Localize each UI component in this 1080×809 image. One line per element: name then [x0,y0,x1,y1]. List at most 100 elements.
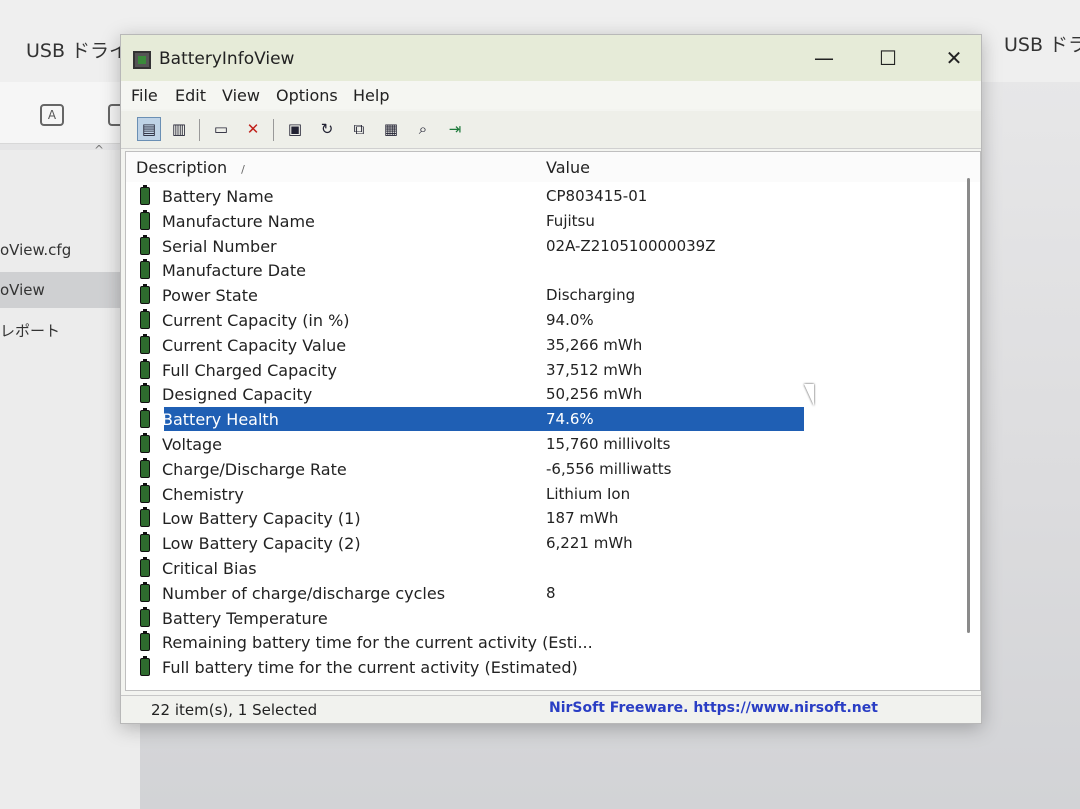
table-row[interactable]: Low Battery Capacity (1) 187 mWh [126,506,946,530]
table-row[interactable]: Number of charge/discharge cycles 8 [126,581,946,605]
menu-view[interactable]: View [222,86,260,105]
row-description: Current Capacity (in %) [162,311,350,330]
battery-icon [140,557,150,577]
battery-icon [140,234,150,255]
battery-icon [140,309,150,329]
toolbar-separator [199,119,200,141]
row-value: 74.6% [546,410,594,429]
row-value: 15,760 millivolts [546,435,671,453]
row-value: 6,221 mWh [546,534,633,553]
file-item-report[interactable]: レポート [0,320,60,341]
row-value: 94.0% [546,311,594,329]
row-description: Serial Number [162,236,277,256]
row-value: CP803415-01 [546,187,648,205]
window-title: BatteryInfoView [159,49,295,69]
row-description: Current Capacity Value [162,335,347,355]
battery-icon [140,185,150,205]
table-row[interactable]: Full Charged Capacity 37,512 mWh [126,358,946,382]
battery-icon [140,457,150,478]
row-description: Designed Capacity [162,385,313,405]
battery-icon [140,433,150,453]
table-row[interactable]: Designed Capacity 50,256 mWh [126,382,946,406]
title-bar[interactable]: BatteryInfoView — ☐ ✕ [121,35,981,81]
nirsoft-credit-link[interactable]: NirSoft Freeware. https://www.nirsoft.ne… [549,700,878,716]
table-row[interactable]: Current Capacity Value 35,266 mWh [126,333,946,357]
find-icon[interactable]: ⌕ [411,117,435,141]
table-row[interactable]: Current Capacity (in %) 94.0% [126,308,946,332]
row-description: Charge/Discharge Rate [162,459,347,479]
row-description: Remaining battery time for the current a… [162,633,593,653]
table-row[interactable]: Remaining battery time for the current a… [126,630,946,654]
row-value: 50,256 mWh [546,385,643,404]
menu-options[interactable]: Options [276,86,338,105]
delete-icon[interactable]: ✕ [241,117,265,141]
status-item-count: 22 item(s), 1 Selected [151,701,318,719]
maximize-button[interactable]: ☐ [865,43,911,73]
table-row[interactable]: Chemistry Lithium Ion [126,482,946,506]
list-header: Description / Value [126,152,980,182]
view-icon[interactable]: ▤ [137,117,161,141]
toolbar: ▤ ▥ ▭ ✕ ▣ ↻ ⧉ ▦ ⌕ ⇥ [121,111,981,149]
file-item-exe[interactable]: oView [0,272,138,308]
exit-icon[interactable]: ⇥ [443,117,467,141]
table-row[interactable]: Full battery time for the current activi… [126,655,946,679]
file-item-cfg[interactable]: oView.cfg [0,241,71,259]
row-value: Discharging [546,286,636,305]
table-row[interactable]: Low Battery Capacity (2) 6,221 mWh [126,531,946,555]
batteryinfoview-window: BatteryInfoView — ☐ ✕ File Edit View Opt… [120,34,982,724]
battery-info-list[interactable]: Description / Value Battery Name CP803415-… [125,151,981,691]
battery-icon [140,284,150,305]
row-description: Full battery time for the current activi… [162,658,578,678]
table-row[interactable]: Battery Health 74.6% [126,407,946,432]
menu-file[interactable]: File [131,86,158,105]
sort-arrow-icon: / [241,163,245,176]
close-button[interactable]: ✕ [931,43,977,73]
row-value: 187 mWh [546,509,619,528]
table-row[interactable]: Serial Number 02A-Z210510000039Z [126,234,946,258]
battery-icon [140,408,150,429]
row-description: Manufacture Date [162,261,306,281]
translate-icon[interactable]: A [40,104,64,126]
table-row[interactable]: Critical Bias [126,556,946,580]
table-row[interactable]: Manufacture Name Fujitsu [126,209,946,233]
row-description: Battery Temperature [162,608,328,628]
minimize-button[interactable]: — [801,43,847,73]
row-description: Manufacture Name [162,211,315,231]
column-header-description[interactable]: Description / [136,158,245,177]
status-bar: 22 item(s), 1 Selected NirSoft Freeware.… [121,695,981,723]
refresh-icon[interactable]: ↻ [315,117,339,141]
table-row[interactable]: Power State Discharging [126,283,946,307]
column-header-value[interactable]: Value [546,158,590,177]
row-description: Critical Bias [162,559,257,578]
row-description: Voltage [162,435,223,454]
report-icon[interactable]: ▥ [167,117,191,141]
battery-icon [140,631,150,652]
battery-icon [140,606,150,627]
copy-icon[interactable]: ⧉ [347,117,371,141]
row-value: 8 [546,583,556,602]
battery-icon [140,383,150,404]
table-row[interactable]: Battery Name CP803415-01 [126,184,946,208]
save-icon[interactable]: ▣ [283,117,307,141]
table-row[interactable]: Charge/Discharge Rate -6,556 milliwatts [126,457,946,481]
menu-help[interactable]: Help [353,86,389,105]
toolbar-separator [273,119,274,141]
row-description: Battery Health [162,410,279,430]
table-row[interactable]: Voltage 15,760 millivolts [126,432,946,456]
table-row[interactable]: Battery Temperature [126,606,946,630]
properties-icon[interactable]: ▭ [209,117,233,141]
vertical-scrollbar[interactable] [967,178,970,633]
battery-icon [140,656,150,677]
battery-icon [140,482,150,503]
row-description: Low Battery Capacity (2) [162,534,361,554]
battery-icon [140,333,150,354]
menu-edit[interactable]: Edit [175,86,206,105]
battery-icon [140,532,150,553]
row-description: Number of charge/discharge cycles [162,583,446,603]
row-value: 37,512 mWh [546,360,643,379]
options-icon[interactable]: ▦ [379,117,403,141]
row-description: Power State [162,286,258,306]
table-row[interactable]: Manufacture Date [126,258,946,282]
column-description-label: Description [136,158,228,177]
row-description: Low Battery Capacity (1) [162,509,361,529]
